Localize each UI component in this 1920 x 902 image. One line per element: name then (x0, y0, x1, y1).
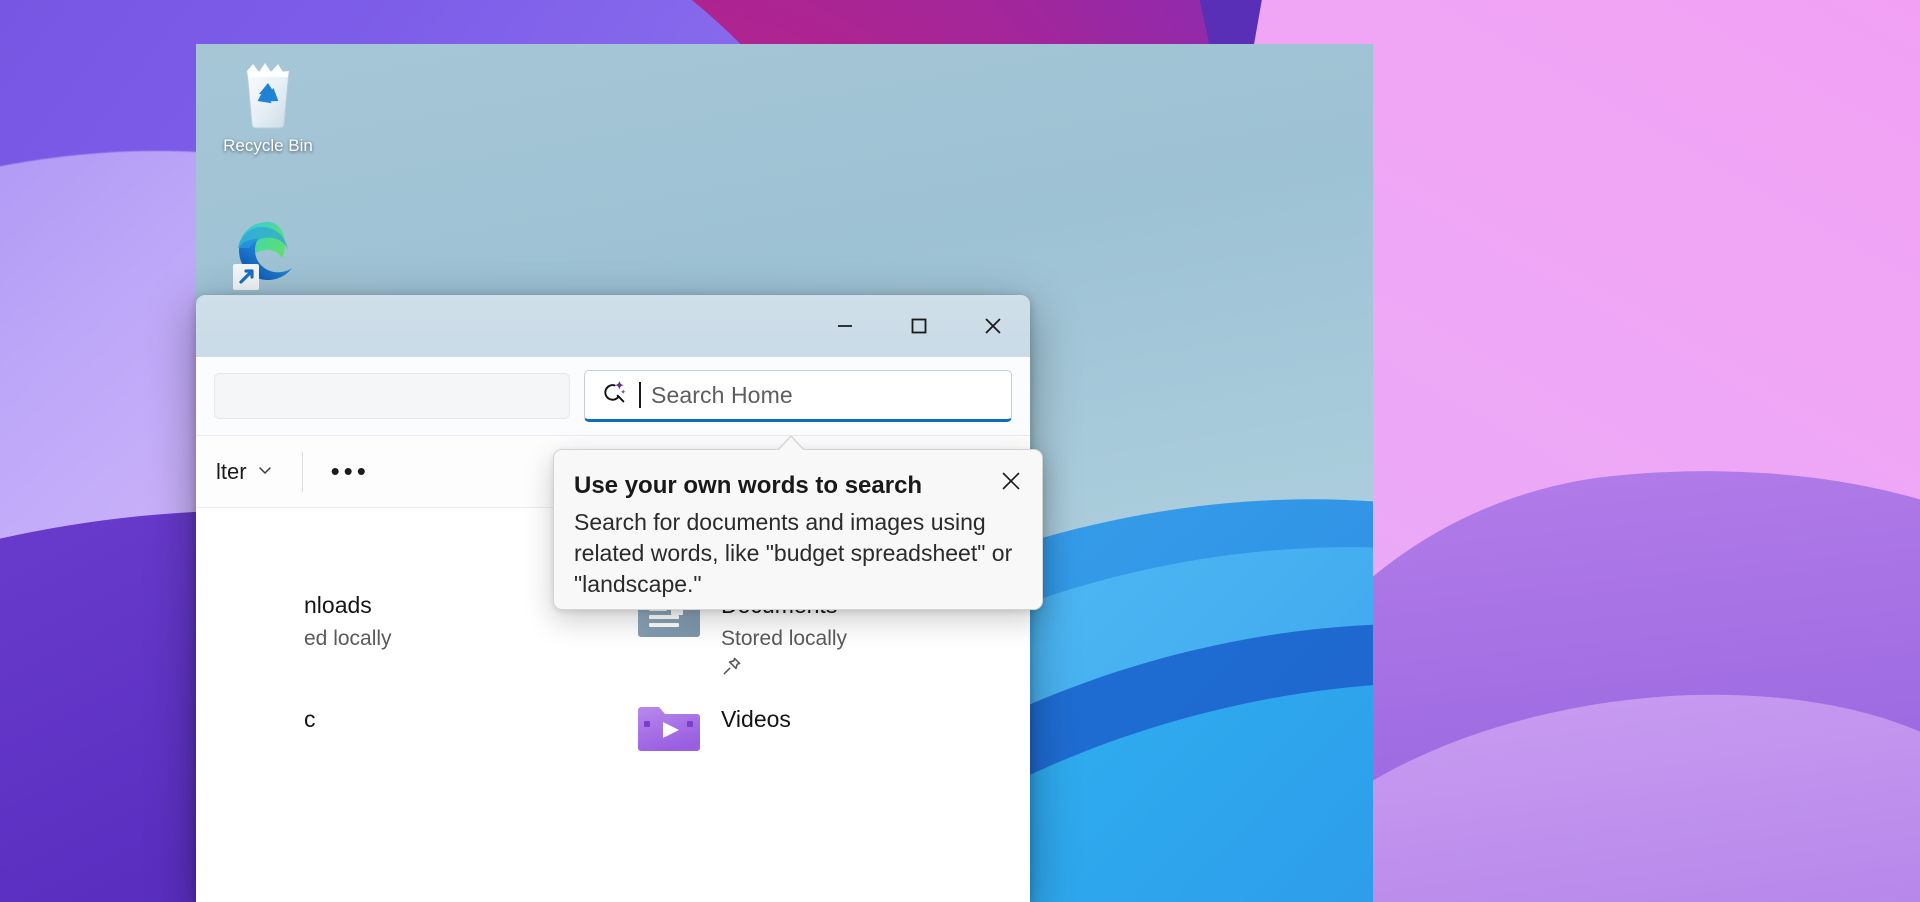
overflow-menu-button[interactable]: ••• (317, 450, 384, 494)
chevron-down-icon (256, 459, 274, 485)
list-item[interactable]: c (196, 672, 613, 770)
list-item[interactable]: Videos (613, 672, 1030, 770)
folder-name: c (304, 706, 316, 732)
search-box[interactable]: Search Home (584, 370, 1012, 422)
tooltip-body: Search for documents and images using re… (574, 508, 1013, 597)
close-icon (1002, 472, 1020, 490)
teaching-tooltip: Use your own words to search Search for … (553, 435, 1043, 610)
close-icon (985, 318, 1001, 334)
videos-folder-icon (635, 702, 703, 763)
list-item[interactable]: nloads ed locally (196, 574, 613, 672)
command-bar-divider (301, 451, 303, 492)
minimize-icon (838, 325, 852, 327)
filter-label: lter (216, 458, 247, 484)
recycle-bin-icon (208, 58, 328, 132)
microsoft-edge-icon (208, 216, 328, 290)
desktop-icon-microsoft-edge[interactable] (208, 216, 328, 290)
window-titlebar[interactable] (196, 295, 1030, 357)
desktop-icon-recycle-bin[interactable]: Recycle Bin (208, 58, 328, 156)
text-cursor (639, 382, 641, 408)
maximize-icon (911, 318, 927, 334)
filter-button[interactable]: lter (202, 450, 288, 494)
tooltip-close-button[interactable] (994, 464, 1028, 498)
close-button[interactable] (956, 295, 1030, 357)
tooltip-title: Use your own words to search (574, 472, 923, 499)
ellipsis-icon: ••• (330, 455, 370, 486)
folder-subtitle: Stored locally (721, 626, 848, 650)
ai-search-sparkle-icon (599, 378, 629, 413)
folder-name: Videos (721, 706, 791, 732)
minimize-button[interactable] (808, 295, 882, 357)
folder-subtitle: ed locally (304, 626, 392, 650)
maximize-button[interactable] (882, 295, 956, 357)
search-input[interactable]: Search Home (651, 382, 793, 409)
folder-name: nloads (304, 592, 372, 618)
address-bar[interactable] (214, 373, 570, 419)
desktop-icon-label: Recycle Bin (223, 136, 313, 155)
toolbar-row: Search Home (196, 357, 1030, 435)
